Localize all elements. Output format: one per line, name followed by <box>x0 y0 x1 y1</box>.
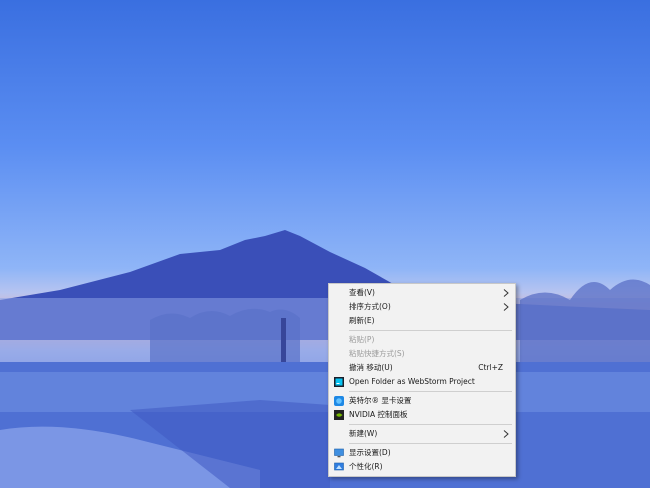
menu-item-sort-by[interactable]: 排序方式(O) <box>329 300 515 314</box>
nvidia-icon <box>334 410 344 420</box>
menu-separator <box>349 330 512 331</box>
bare-trees-right <box>520 279 650 370</box>
submenu-arrow-icon <box>503 303 509 311</box>
menu-item-label: 刷新(E) <box>349 316 375 325</box>
menu-item-nvidia-control-panel[interactable]: NVIDIA 控制面板 <box>329 408 515 422</box>
menu-item-label: 粘贴快捷方式(S) <box>349 349 405 358</box>
menu-item-intel-graphics[interactable]: 英特尔® 显卡设置 <box>329 394 515 408</box>
display-settings-icon <box>334 448 344 458</box>
menu-item-label: 排序方式(O) <box>349 302 391 311</box>
menu-item-label: 显示设置(D) <box>349 448 391 457</box>
menu-item-open-webstorm[interactable]: Open Folder as WebStorm Project <box>329 375 515 389</box>
menu-item-label: Open Folder as WebStorm Project <box>349 377 475 386</box>
webstorm-icon <box>334 377 344 387</box>
menu-item-new[interactable]: 新建(W) <box>329 427 515 441</box>
submenu-arrow-icon <box>503 430 509 438</box>
menu-separator <box>349 443 512 444</box>
menu-item-label: 查看(V) <box>349 288 375 297</box>
menu-item-label: NVIDIA 控制面板 <box>349 410 408 419</box>
menu-item-label: 粘贴(P) <box>349 335 375 344</box>
menu-item-label: 个性化(R) <box>349 462 383 471</box>
menu-item-personalize[interactable]: 个性化(R) <box>329 460 515 474</box>
intel-graphics-icon <box>334 396 344 406</box>
wallpaper-scene <box>0 230 650 488</box>
tree-line <box>150 308 300 362</box>
desktop-context-menu: 查看(V) 排序方式(O) 刷新(E) 粘贴(P) 粘贴快捷方式(S) 撤消 移… <box>328 283 516 477</box>
desktop[interactable]: 查看(V) 排序方式(O) 刷新(E) 粘贴(P) 粘贴快捷方式(S) 撤消 移… <box>0 0 650 488</box>
menu-item-paste: 粘贴(P) <box>329 333 515 347</box>
personalize-icon <box>334 462 344 471</box>
menu-item-label: 新建(W) <box>349 429 378 438</box>
menu-separator <box>349 391 512 392</box>
menu-item-undo-move[interactable]: 撤消 移动(U) Ctrl+Z <box>329 361 515 375</box>
menu-separator <box>349 424 512 425</box>
menu-item-display-settings[interactable]: 显示设置(D) <box>329 446 515 460</box>
menu-item-paste-shortcut: 粘贴快捷方式(S) <box>329 347 515 361</box>
menu-item-view[interactable]: 查看(V) <box>329 286 515 300</box>
submenu-arrow-icon <box>503 289 509 297</box>
menu-item-shortcut: Ctrl+Z <box>478 363 503 372</box>
pole <box>281 318 286 364</box>
menu-item-label: 英特尔® 显卡设置 <box>349 396 412 405</box>
menu-item-refresh[interactable]: 刷新(E) <box>329 314 515 328</box>
menu-item-label: 撤消 移动(U) <box>349 363 393 372</box>
